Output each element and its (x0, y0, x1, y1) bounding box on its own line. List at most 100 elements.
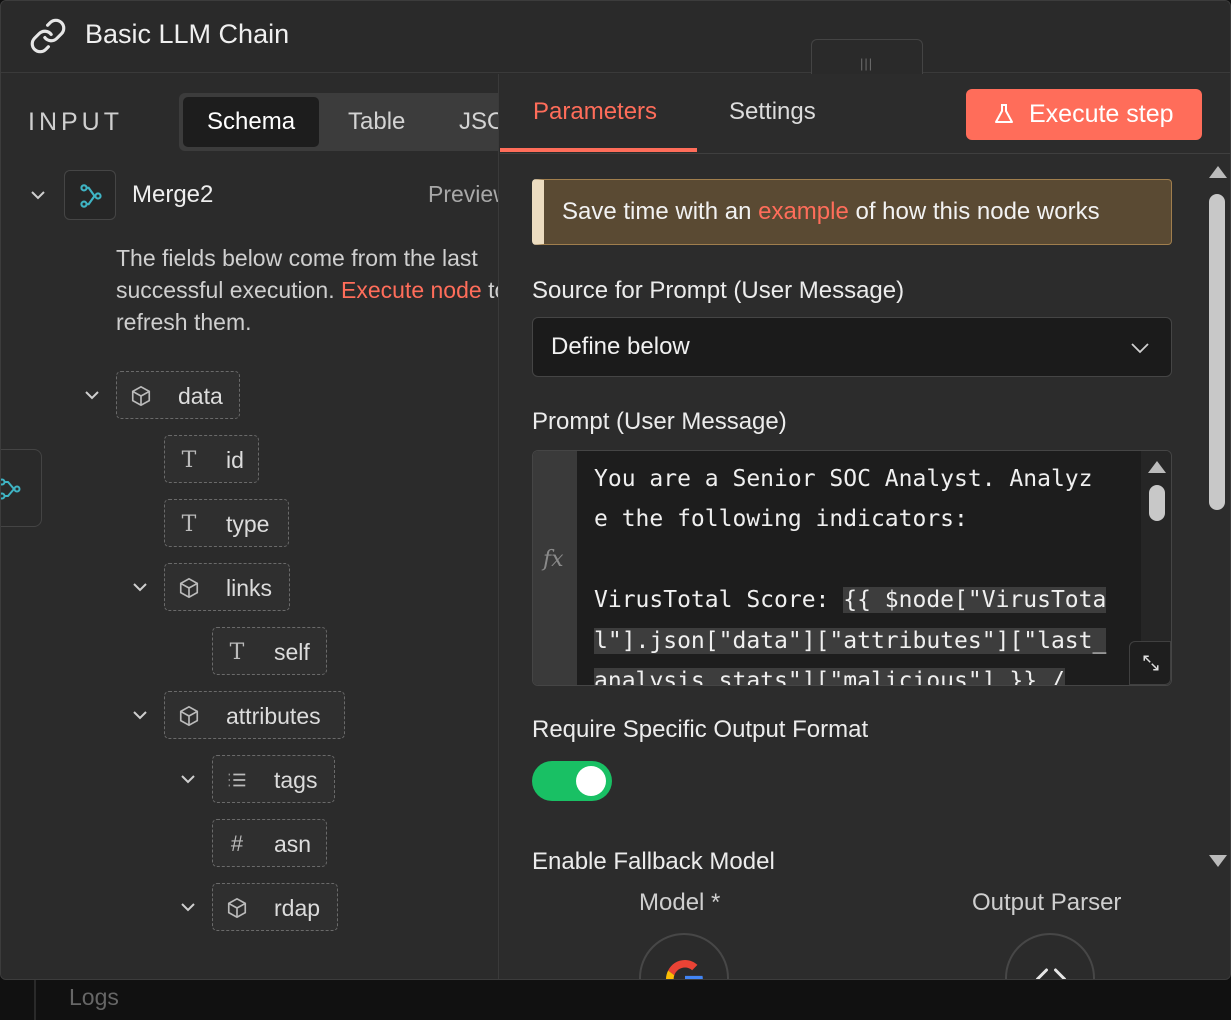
link-icon (30, 18, 66, 54)
input-node-name: Merge2 (132, 181, 214, 208)
prompt-code[interactable]: You are a Senior SOC Analyst. Analyz e th… (594, 459, 1138, 685)
tab-parameters[interactable]: Parameters (533, 98, 657, 126)
prompt-line: e the following indicators: (594, 499, 1138, 539)
expression-token: l"].json["data"]["attributes"]["last_ (594, 627, 1107, 654)
parameters-tabs: Parameters Settings Execute step (500, 74, 1230, 154)
divider (34, 980, 36, 1020)
chevron-down-icon[interactable] (130, 705, 150, 725)
source-for-prompt-select[interactable]: Define below (532, 317, 1172, 377)
field-label: rdap (274, 895, 321, 921)
schema-field-tags[interactable]: tags (212, 755, 335, 803)
model-connector[interactable] (639, 933, 729, 979)
list-icon (225, 768, 249, 792)
cube-icon (225, 896, 249, 920)
schema-field-data[interactable]: data (116, 371, 240, 419)
field-label: type (226, 511, 270, 537)
callout-text-end: of how this node works (848, 198, 1100, 225)
prompt-line: You are a Senior SOC Analyst. Analyz (594, 459, 1138, 499)
execute-step-label: Execute step (1029, 100, 1174, 128)
scrollbar-thumb[interactable] (1209, 194, 1225, 510)
prompt-text: You are a Senior SOC Analyst. Analyz (594, 466, 1093, 492)
field-label: id (226, 447, 244, 473)
schema-field-asn[interactable]: # asn (212, 819, 327, 867)
field-label: attributes (226, 703, 321, 729)
schema-field-type[interactable]: T type (164, 499, 289, 547)
model-connector-label: Model * (639, 889, 721, 916)
bottom-bar: Logs (0, 980, 1231, 1020)
field-label: links (226, 575, 273, 601)
scroll-down-icon[interactable] (1209, 855, 1227, 867)
text-type-icon: T (229, 639, 245, 665)
field-label: self (274, 639, 310, 665)
expression-gutter: fx (533, 451, 577, 685)
field-label: tags (274, 767, 318, 793)
hash-icon: # (230, 831, 244, 856)
selected-value: Define below (551, 333, 690, 360)
schema-field-links[interactable]: links (164, 563, 290, 611)
tab-schema[interactable]: Schema (183, 97, 320, 147)
parameters-panel: Parameters Settings Execute step Save ti… (500, 74, 1230, 979)
expand-icon (1143, 655, 1159, 671)
expand-editor-button[interactable] (1129, 641, 1171, 685)
prompt-editor[interactable]: fx You are a Senior SOC Analyst. Analyz e… (532, 450, 1172, 686)
prompt-line: VirusTotal Score: {{ $node["VirusTota (594, 580, 1138, 620)
example-link[interactable]: example (758, 198, 849, 225)
schema-field-self[interactable]: T self (212, 627, 327, 675)
output-format-toggle[interactable] (532, 761, 612, 801)
node-title[interactable]: Basic LLM Chain (85, 19, 289, 50)
active-tab-indicator (500, 148, 697, 152)
expression-token: analysis_stats"]["malicious"] }} / (594, 667, 1065, 685)
field-label: data (178, 383, 223, 409)
field-label: asn (274, 831, 312, 857)
panel-drag-handle[interactable]: ||| (811, 39, 923, 75)
source-for-prompt-label: Source for Prompt (User Message) (532, 277, 905, 304)
prompt-line: l"].json["data"]["attributes"]["last_ (594, 621, 1138, 661)
tab-table[interactable]: Table (324, 97, 429, 147)
tab-settings[interactable]: Settings (729, 98, 816, 126)
preview-link[interactable]: Preview (428, 181, 498, 208)
schema-field-attributes[interactable]: attributes (164, 691, 345, 739)
prompt-label: Prompt (User Message) (532, 408, 787, 435)
chevron-down-icon[interactable] (178, 769, 198, 789)
tab-json[interactable]: JSON (435, 97, 498, 147)
prompt-line (594, 540, 1138, 580)
prompt-text: e the following indicators: (594, 506, 968, 533)
example-callout: Save time with an example of how this no… (532, 179, 1172, 245)
modal-header: Basic LLM Chain (1, 1, 1230, 73)
prompt-text: VirusTotal Score: (594, 587, 844, 614)
callout-text: Save time with an (562, 198, 759, 225)
text-type-icon: T (181, 447, 197, 473)
schema-field-rdap[interactable]: rdap (212, 883, 338, 931)
schema-description: The fields below come from the last succ… (116, 242, 498, 338)
vertical-scrollbar[interactable] (1206, 166, 1230, 871)
chevron-down-icon (1131, 343, 1149, 354)
chevron-down-icon[interactable] (82, 385, 102, 405)
execute-node-link[interactable]: Execute node (341, 277, 482, 303)
flask-icon (995, 104, 1013, 123)
output-parser-connector[interactable] (1005, 933, 1095, 979)
text-type-icon: T (181, 511, 197, 537)
chevron-down-icon[interactable] (178, 897, 198, 917)
fallback-model-label: Enable Fallback Model (532, 848, 775, 875)
view-mode-tabs: Schema Table JSON (179, 93, 498, 151)
scroll-up-icon[interactable] (1209, 166, 1227, 178)
chevron-down-icon[interactable] (130, 577, 150, 597)
input-node-row[interactable]: Merge2 Preview (1, 170, 498, 222)
node-details-modal: Basic LLM Chain ||| INPUT Schema Table J… (0, 0, 1231, 980)
cube-icon (177, 704, 201, 728)
scrollbar-thumb[interactable] (1149, 485, 1165, 521)
input-panel-label: INPUT (28, 108, 123, 136)
cube-icon (129, 384, 153, 408)
chevron-down-icon[interactable] (28, 185, 48, 205)
logs-tab[interactable]: Logs (69, 984, 119, 1011)
grip-icon: ||| (860, 56, 874, 71)
input-connector-tab[interactable] (1, 449, 42, 527)
schema-field-id[interactable]: T id (164, 435, 259, 483)
merge-node-icon (64, 170, 116, 220)
output-parser-label: Output Parser (972, 889, 1122, 916)
prompt-line: analysis_stats"]["malicious"] }} / (594, 661, 1138, 685)
execute-step-button[interactable]: Execute step (966, 89, 1202, 140)
input-panel: INPUT Schema Table JSON Merge2 Preview T… (1, 74, 499, 979)
fx-icon: fx (543, 547, 564, 572)
scroll-up-icon[interactable] (1148, 461, 1166, 473)
